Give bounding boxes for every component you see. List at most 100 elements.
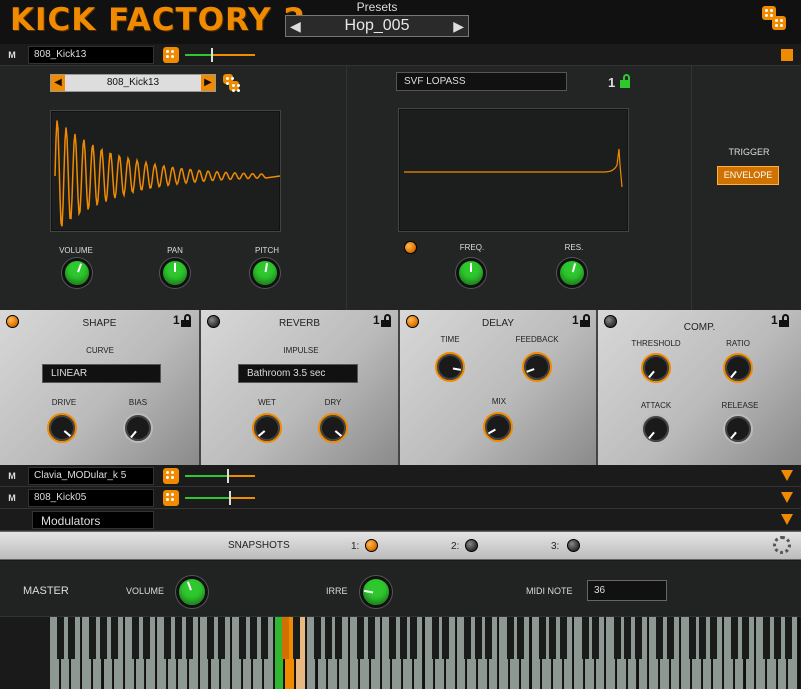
black-key[interactable]	[89, 617, 97, 659]
res-knob[interactable]	[557, 258, 587, 288]
black-key[interactable]	[613, 617, 621, 659]
track-randomize-icon[interactable]	[163, 468, 179, 484]
black-key[interactable]	[463, 617, 471, 659]
black-key[interactable]	[260, 617, 268, 659]
feedback-knob[interactable]	[522, 352, 552, 382]
black-key[interactable]	[217, 617, 225, 659]
track-level-slider[interactable]	[185, 491, 255, 505]
freq-knob[interactable]	[456, 258, 486, 288]
snapshot-1-button[interactable]	[365, 539, 378, 552]
black-key[interactable]	[709, 617, 717, 659]
dry-knob[interactable]	[318, 413, 348, 443]
track-expand-square-icon[interactable]	[781, 49, 793, 61]
track-randomize-icon[interactable]	[163, 490, 179, 506]
modulators-expand-icon[interactable]	[781, 514, 793, 525]
filter-enable-led[interactable]	[404, 241, 417, 254]
snapshot-3-button[interactable]	[567, 539, 580, 552]
release-knob[interactable]	[723, 414, 753, 444]
black-key[interactable]	[239, 617, 247, 659]
filter-type-select[interactable]: SVF LOPASS	[396, 72, 567, 91]
track-name[interactable]: Clavia_MODular_k 5	[28, 467, 154, 485]
track-expand-icon[interactable]	[781, 470, 793, 481]
unlock-icon[interactable]	[619, 74, 631, 88]
black-key[interactable]	[410, 617, 418, 659]
snapshot-2-button[interactable]	[465, 539, 478, 552]
black-key[interactable]	[142, 617, 150, 659]
track-name[interactable]: 808_Kick13	[28, 46, 154, 64]
black-key[interactable]	[506, 617, 514, 659]
black-key[interactable]	[517, 617, 525, 659]
black-key[interactable]	[784, 617, 792, 659]
black-key[interactable]	[731, 617, 739, 659]
black-key[interactable]	[207, 617, 214, 659]
drive-knob[interactable]	[47, 413, 77, 443]
volume-knob[interactable]	[62, 258, 92, 288]
piano-keyboard[interactable]	[50, 617, 800, 689]
black-key[interactable]	[442, 617, 450, 659]
black-key[interactable]	[667, 617, 675, 659]
black-key[interactable]	[774, 617, 782, 659]
black-key[interactable]	[624, 617, 632, 659]
black-key[interactable]	[100, 617, 107, 659]
black-key[interactable]	[132, 617, 140, 659]
delay-lock-icon[interactable]	[580, 314, 591, 327]
mute-button[interactable]: M	[4, 48, 20, 62]
preset-prev-button[interactable]: ◀	[290, 18, 301, 35]
track-expand-icon[interactable]	[781, 492, 793, 503]
black-key[interactable]	[635, 617, 642, 659]
black-key[interactable]	[581, 617, 589, 659]
black-key[interactable]	[656, 617, 664, 659]
time-knob[interactable]	[435, 352, 465, 382]
black-key[interactable]	[356, 617, 364, 659]
black-key[interactable]	[185, 617, 193, 659]
track-level-handle[interactable]	[228, 491, 231, 505]
black-key[interactable]	[688, 617, 696, 659]
black-key[interactable]	[549, 617, 557, 659]
black-key[interactable]	[388, 617, 396, 659]
mute-button[interactable]: M	[4, 469, 20, 483]
black-key[interactable]	[592, 617, 600, 659]
black-key[interactable]	[399, 617, 407, 659]
ratio-knob[interactable]	[723, 353, 753, 383]
comp-lock-icon[interactable]	[779, 314, 790, 327]
track-name[interactable]: 808_Kick05	[28, 489, 154, 507]
modulators-label[interactable]: Modulators	[32, 511, 154, 529]
pan-knob[interactable]	[160, 258, 190, 288]
black-key[interactable]	[314, 617, 321, 659]
shape-lock-icon[interactable]	[181, 314, 192, 327]
track-level-slider[interactable]	[185, 469, 255, 483]
black-key[interactable]	[292, 617, 300, 659]
bias-knob[interactable]	[123, 413, 153, 443]
black-key[interactable]	[335, 617, 343, 659]
impulse-select[interactable]: Bathroom 3.5 sec	[238, 364, 358, 383]
track-level-handle[interactable]	[227, 469, 230, 483]
black-key[interactable]	[431, 617, 439, 659]
track-randomize-icon[interactable]	[163, 47, 179, 63]
black-key[interactable]	[57, 617, 65, 659]
reverb-lock-icon[interactable]	[381, 314, 392, 327]
sample-selector[interactable]: ◀ 808_Kick13 ▶	[50, 74, 216, 92]
randomize-dice-icon-2[interactable]	[772, 16, 786, 30]
black-key[interactable]	[174, 617, 182, 659]
black-key[interactable]	[67, 617, 75, 659]
curve-select[interactable]: LINEAR	[42, 364, 161, 383]
black-key[interactable]	[485, 617, 493, 659]
sample-next-button[interactable]: ▶	[201, 75, 215, 91]
black-key[interactable]	[324, 617, 332, 659]
refresh-icon[interactable]	[773, 536, 791, 554]
preset-next-button[interactable]: ▶	[453, 18, 464, 35]
mix-knob[interactable]	[483, 412, 513, 442]
threshold-knob[interactable]	[641, 353, 671, 383]
black-key[interactable]	[164, 617, 172, 659]
track-level-slider[interactable]	[185, 48, 255, 62]
track-level-handle[interactable]	[210, 48, 213, 62]
black-key[interactable]	[367, 617, 375, 659]
black-key[interactable]	[560, 617, 568, 659]
wet-knob[interactable]	[252, 413, 282, 443]
black-key[interactable]	[249, 617, 257, 659]
black-key[interactable]	[763, 617, 771, 659]
irre-knob[interactable]	[360, 576, 392, 608]
black-key[interactable]	[474, 617, 482, 659]
sample-randomize-icon-2[interactable]	[229, 81, 239, 91]
preset-selector[interactable]: ◀ Hop_005 ▶	[285, 15, 469, 37]
